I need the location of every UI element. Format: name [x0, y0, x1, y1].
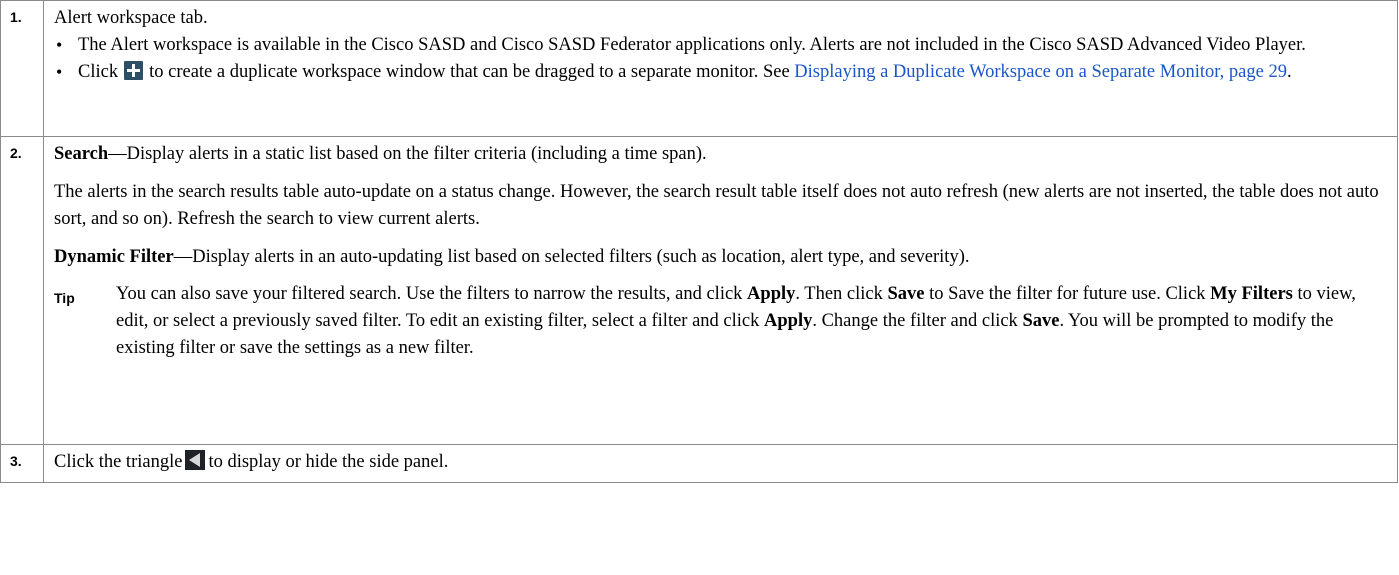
- plus-icon: [124, 61, 144, 80]
- dynamic-filter-paragraph: Dynamic Filter—Display alerts in an auto…: [54, 244, 1391, 271]
- row-number: 2.: [10, 145, 22, 161]
- tip-text: You can also save your filtered search. …: [116, 281, 1391, 362]
- dynamic-filter-text: —Display alerts in an auto-updating list…: [173, 247, 970, 267]
- search-label: Search: [54, 144, 109, 164]
- search-results-paragraph: The alerts in the search results table a…: [54, 182, 1379, 229]
- bullet-text-pre: Click: [78, 62, 119, 82]
- row-number-cell: 2.: [0, 136, 44, 445]
- triangle-text-pre: Click the triangle: [54, 452, 183, 472]
- triangle-left-icon: [185, 450, 206, 470]
- table-row: 3. Click the triangle to display or hide …: [0, 444, 1398, 483]
- bullet-text-post: .: [1286, 62, 1292, 82]
- tip-text-part: You can also save your filtered search. …: [116, 284, 743, 304]
- callout-table: 1. Alert workspace tab. • The Alert work…: [0, 0, 1398, 483]
- row-description-cell: Alert workspace tab. • The Alert workspa…: [43, 0, 1398, 137]
- search-paragraph: Search—Display alerts in a static list b…: [54, 137, 1391, 168]
- table-row: 2. Search—Display alerts in a static lis…: [0, 136, 1398, 445]
- bullet-icon: •: [56, 35, 63, 55]
- bullet-icon: •: [56, 62, 63, 82]
- list-item: • The Alert workspace is available in th…: [54, 32, 1391, 59]
- triangle-paragraph: Click the triangle to display or hide the…: [54, 445, 1391, 476]
- tip-note: Tip You can also save your filtered sear…: [54, 281, 1391, 362]
- apply-term: Apply: [747, 284, 796, 304]
- row-number: 1.: [10, 9, 22, 25]
- row-number-cell: 3.: [0, 444, 44, 483]
- tip-text-part: to Save the filter for future use. Click: [929, 284, 1206, 304]
- save-term: Save: [1022, 311, 1060, 331]
- row-number: 3.: [10, 453, 22, 469]
- list-item: • Click to create a duplicate workspace w…: [54, 59, 1391, 86]
- tip-text-part: . Then click: [795, 284, 883, 304]
- my-filters-term: My Filters: [1210, 284, 1293, 304]
- bullet-text-mid: to create a duplicate workspace window t…: [149, 62, 790, 82]
- bullet-list: • The Alert workspace is available in th…: [54, 32, 1391, 86]
- search-text: —Display alerts in a static list based o…: [108, 144, 707, 164]
- row-description-cell: Search—Display alerts in a static list b…: [43, 136, 1398, 445]
- dynamic-filter-label: Dynamic Filter: [54, 247, 174, 267]
- bullet-text: The Alert workspace is available in the …: [78, 35, 1306, 55]
- triangle-text-post: to display or hide the side panel.: [208, 452, 449, 472]
- row-description-cell: Click the triangle to display or hide the…: [43, 444, 1398, 483]
- row-number-cell: 1.: [0, 0, 44, 137]
- save-term: Save: [887, 284, 925, 304]
- tip-text-part: . Change the filter and click: [812, 311, 1018, 331]
- apply-term: Apply: [764, 311, 813, 331]
- tip-label: Tip: [54, 290, 75, 306]
- table-row: 1. Alert workspace tab. • The Alert work…: [0, 0, 1398, 137]
- row-title: Alert workspace tab.: [54, 8, 208, 28]
- cross-reference-link[interactable]: Displaying a Duplicate Workspace on a Se…: [794, 62, 1287, 82]
